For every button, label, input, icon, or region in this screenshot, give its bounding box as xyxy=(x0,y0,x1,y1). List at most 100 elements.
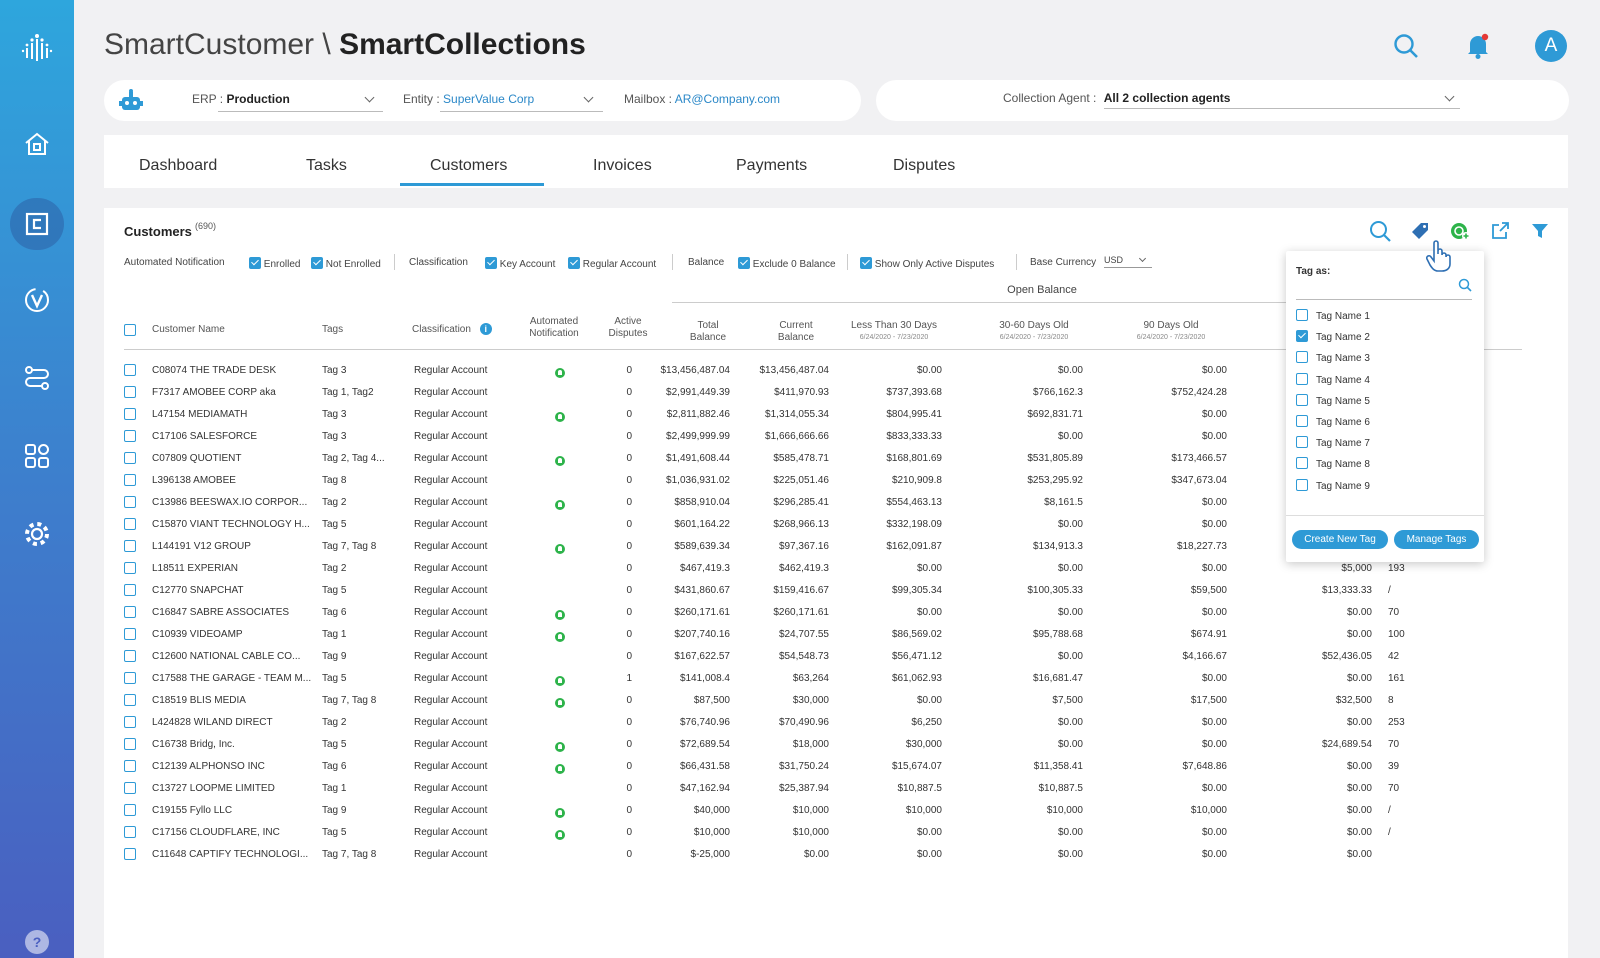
avatar[interactable]: A xyxy=(1535,30,1567,62)
cell-customer-name[interactable]: L144191 V12 GROUP xyxy=(152,541,251,552)
export-icon[interactable] xyxy=(1489,220,1511,242)
table-row[interactable]: C17588 THE GARAGE - TEAM M... Tag 5 Regula… xyxy=(104,668,1568,690)
tag-checkbox[interactable] xyxy=(1296,372,1308,385)
tag-checkbox[interactable] xyxy=(1296,393,1308,406)
col-30-60[interactable]: 30-60 Days Old 6/24/2020 - 7/23/2020 xyxy=(979,320,1089,344)
apps-icon[interactable] xyxy=(17,436,57,476)
tag-checkbox[interactable] xyxy=(1296,457,1308,470)
cell-customer-name[interactable]: C13986 BEESWAX.IO CORPOR... xyxy=(152,497,307,508)
tab-customers[interactable]: Customers xyxy=(430,157,507,175)
row-checkbox[interactable] xyxy=(124,364,136,376)
tag-option[interactable]: Tag Name 1 xyxy=(1296,309,1370,322)
tab-dashboard[interactable]: Dashboard xyxy=(139,157,217,175)
filter-regular-account[interactable]: Regular Account xyxy=(568,257,656,270)
info-icon[interactable]: i xyxy=(479,323,492,335)
row-checkbox[interactable] xyxy=(124,606,136,618)
select-all-checkbox[interactable] xyxy=(124,324,136,336)
help-icon[interactable]: ? xyxy=(17,926,57,958)
cell-customer-name[interactable]: C17106 SALESFORCE xyxy=(152,431,257,442)
row-checkbox[interactable] xyxy=(124,694,136,706)
filter-exclude-zero[interactable]: Exclude 0 Balance xyxy=(738,257,836,270)
entity-select[interactable]: Entity : SuperValue Corp xyxy=(403,92,534,106)
exclude-zero-checkbox[interactable] xyxy=(738,257,750,269)
search-icon[interactable] xyxy=(1390,30,1422,62)
logo-icon[interactable] xyxy=(17,28,57,68)
filter-icon[interactable] xyxy=(1529,220,1551,242)
table-row[interactable]: C18519 BLIS MEDIA Tag 7, Tag 8 Regular Acc… xyxy=(104,690,1568,712)
tab-payments[interactable]: Payments xyxy=(736,157,807,175)
cell-customer-name[interactable]: C17588 THE GARAGE - TEAM M... xyxy=(152,673,311,684)
erp-select[interactable]: ERP : Production xyxy=(192,92,290,106)
table-row[interactable]: C12139 ALPHONSO INC Tag 6 Regular Account 0… xyxy=(104,756,1568,778)
cell-customer-name[interactable]: L47154 MEDIAMATH xyxy=(152,409,247,420)
table-row[interactable]: C19155 Fyllo LLC Tag 9 Regular Account 0 $40… xyxy=(104,800,1568,822)
cell-customer-name[interactable]: C18519 BLIS MEDIA xyxy=(152,695,246,706)
home-icon[interactable] xyxy=(17,124,57,164)
create-tag-button[interactable]: Create New Tag xyxy=(1292,530,1388,549)
row-checkbox[interactable] xyxy=(124,672,136,684)
add-circle-icon[interactable] xyxy=(1449,220,1471,242)
search-icon[interactable] xyxy=(1458,278,1472,297)
row-checkbox[interactable] xyxy=(124,760,136,772)
cell-customer-name[interactable]: C15870 VIANT TECHNOLOGY H... xyxy=(152,519,310,530)
bell-icon[interactable] xyxy=(1462,30,1494,62)
table-row[interactable]: C16847 SABRE ASSOCIATES Tag 6 Regular Acco… xyxy=(104,602,1568,624)
col-notification[interactable]: Automated Notification xyxy=(517,316,591,340)
tab-invoices[interactable]: Invoices xyxy=(593,157,652,175)
workflow-icon[interactable] xyxy=(17,358,57,398)
table-row[interactable]: C12600 NATIONAL CABLE CO... Tag 9 Regular … xyxy=(104,646,1568,668)
cell-customer-name[interactable]: C10939 VIDEOAMP xyxy=(152,629,243,640)
cell-customer-name[interactable]: C19155 Fyllo LLC xyxy=(152,805,232,816)
row-checkbox[interactable] xyxy=(124,496,136,508)
cell-customer-name[interactable]: C16738 Bridg, Inc. xyxy=(152,739,235,750)
table-row[interactable]: L424828 WILAND DIRECT Tag 2 Regular Accoun… xyxy=(104,712,1568,734)
row-checkbox[interactable] xyxy=(124,826,136,838)
row-checkbox[interactable] xyxy=(124,562,136,574)
tag-option[interactable]: Tag Name 2 xyxy=(1296,330,1370,343)
table-row[interactable]: C10939 VIDEOAMP Tag 1 Regular Account 0 $207… xyxy=(104,624,1568,646)
cell-customer-name[interactable]: L18511 EXPERIAN xyxy=(152,563,238,574)
tag-checkbox[interactable] xyxy=(1296,330,1308,343)
enrolled-checkbox[interactable] xyxy=(249,257,261,269)
mailbox-field[interactable]: Mailbox : AR@Company.com xyxy=(624,92,780,106)
row-checkbox[interactable] xyxy=(124,518,136,530)
col-classification[interactable]: Classification i xyxy=(412,323,492,336)
chevron-down-icon[interactable] xyxy=(1444,91,1455,102)
row-checkbox[interactable] xyxy=(124,584,136,596)
table-row[interactable]: C11648 CAPTIFY TECHNOLOGI... Tag 7, Tag 8… xyxy=(104,844,1568,866)
row-checkbox[interactable] xyxy=(124,540,136,552)
col-90[interactable]: 90 Days Old 6/24/2020 - 7/23/2020 xyxy=(1116,320,1226,344)
tag-checkbox[interactable] xyxy=(1296,436,1308,449)
tab-tasks[interactable]: Tasks xyxy=(306,157,347,175)
cell-customer-name[interactable]: C17156 CLOUDFLARE, INC xyxy=(152,827,280,838)
key-account-checkbox[interactable] xyxy=(485,257,497,269)
manage-tags-button[interactable]: Manage Tags xyxy=(1394,530,1479,549)
cell-customer-name[interactable]: C11648 CAPTIFY TECHNOLOGI... xyxy=(152,849,308,860)
tag-option[interactable]: Tag Name 8 xyxy=(1296,457,1370,470)
table-row[interactable]: C12770 SNAPCHAT Tag 5 Regular Account 0 $431… xyxy=(104,580,1568,602)
tag-checkbox[interactable] xyxy=(1296,309,1308,321)
not-enrolled-checkbox[interactable] xyxy=(311,257,323,269)
row-checkbox[interactable] xyxy=(124,628,136,640)
agent-select[interactable]: Collection Agent : All 2 collection agen… xyxy=(1003,91,1230,105)
chevron-down-icon[interactable] xyxy=(583,92,594,103)
filter-key-account[interactable]: Key Account xyxy=(485,257,555,270)
row-checkbox[interactable] xyxy=(124,452,136,464)
col-total-balance[interactable]: Total Balance xyxy=(672,320,744,344)
row-checkbox[interactable] xyxy=(124,430,136,442)
row-checkbox[interactable] xyxy=(124,386,136,398)
tag-checkbox[interactable] xyxy=(1296,478,1308,491)
table-row[interactable]: C16738 Bridg, Inc. Tag 5 Regular Account 0 $… xyxy=(104,734,1568,756)
tag-option[interactable]: Tag Name 5 xyxy=(1296,393,1370,407)
verify-icon[interactable] xyxy=(17,280,57,320)
col-current-balance[interactable]: Current Balance xyxy=(760,320,832,344)
tag-checkbox[interactable] xyxy=(1296,415,1308,427)
collections-icon[interactable] xyxy=(17,204,57,244)
regular-account-checkbox[interactable] xyxy=(568,257,580,269)
row-checkbox[interactable] xyxy=(124,474,136,486)
tag-option[interactable]: Tag Name 6 xyxy=(1296,415,1370,428)
tag-option[interactable]: Tag Name 3 xyxy=(1296,351,1370,364)
filter-active-disputes[interactable]: Show Only Active Disputes xyxy=(860,257,994,270)
row-checkbox[interactable] xyxy=(124,804,136,816)
cell-customer-name[interactable]: C08074 THE TRADE DESK xyxy=(152,365,276,376)
